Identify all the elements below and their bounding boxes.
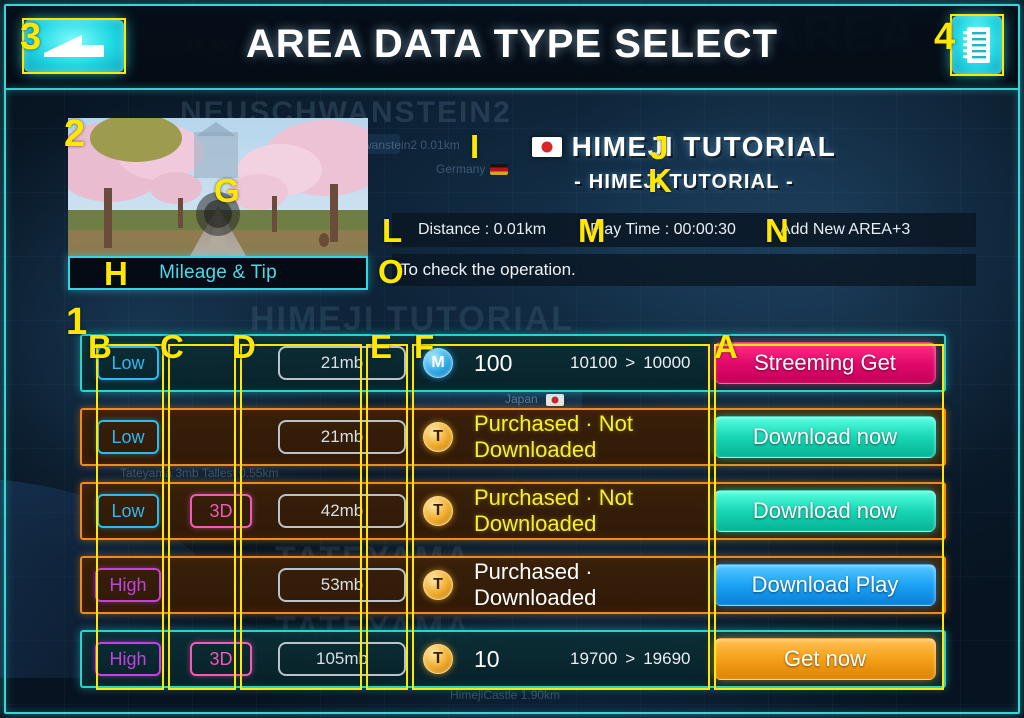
- cell-info: 10 19700 > 19690: [460, 646, 712, 673]
- back-button[interactable]: [24, 20, 124, 72]
- notebook-list-icon: [963, 27, 990, 63]
- thumbnail-caption: Mileage & Tip: [68, 256, 368, 290]
- three-d-badge: 3D: [190, 642, 252, 676]
- balance-arrow: >: [625, 353, 636, 372]
- balance-after: 19690: [643, 649, 691, 668]
- cell-quality: High: [82, 642, 174, 676]
- cell-quality: Low: [82, 420, 174, 454]
- stat-add-new-area: Add New AREA+3: [779, 221, 911, 238]
- cell-action: Download now: [712, 490, 944, 532]
- cell-3d: 3D: [174, 494, 268, 528]
- balance-before: 10100: [570, 353, 618, 372]
- cell-info: Purchased · Not Downloaded: [460, 485, 712, 537]
- size-badge: 42mb: [278, 494, 406, 528]
- size-badge: 105mb: [278, 642, 406, 676]
- operation-note-text: To check the operation.: [400, 260, 576, 279]
- cell-badge: T: [416, 570, 460, 600]
- area-title-sub: - HIMEJI TUTORIAL -: [574, 170, 794, 193]
- cell-info: 100 10100 > 10000: [460, 350, 712, 377]
- quality-badge: Low: [97, 494, 159, 528]
- status-text: Purchased · Not Downloaded: [474, 411, 633, 462]
- table-row[interactable]: Low 3D 42mb T Purchased · Not Downloaded…: [80, 482, 946, 540]
- currency-coin-t-icon: T: [423, 644, 453, 674]
- area-title-row: HIMEJI TUTORIAL: [392, 130, 976, 164]
- table-row[interactable]: Low 21mb M 100 10100 > 10000 Streeming G…: [80, 334, 946, 392]
- quality-badge: Low: [97, 420, 159, 454]
- table-row[interactable]: Low 21mb T Purchased · Not Downloaded Do…: [80, 408, 946, 466]
- size-badge: 53mb: [278, 568, 406, 602]
- stat-play-time: Play Time : 00:00:30: [590, 221, 736, 238]
- action-button-download-play[interactable]: Download Play: [714, 564, 936, 606]
- action-button-download-now[interactable]: Download now: [714, 416, 936, 458]
- cell-action: Get now: [712, 638, 944, 680]
- price-amount: 10: [474, 645, 500, 672]
- cell-size: 21mb: [268, 420, 416, 454]
- cell-quality: High: [82, 568, 174, 602]
- status-text: Purchased · Not Downloaded: [474, 485, 633, 536]
- table-row[interactable]: High 3D 105mb T 10 19700 > 19690 Get now: [80, 630, 946, 688]
- currency-coin-t-icon: T: [423, 496, 453, 526]
- size-badge: 21mb: [278, 420, 406, 454]
- status-text: Purchased · Downloaded: [474, 559, 597, 610]
- page-title: AREA DATA TYPE SELECT: [245, 22, 779, 66]
- cell-quality: Low: [82, 494, 174, 528]
- currency-coin-t-icon: T: [423, 422, 453, 452]
- cell-badge: T: [416, 422, 460, 452]
- cell-size: 105mb: [268, 642, 416, 676]
- stats-bar: Distance : 0.01km Play Time : 00:00:30 A…: [392, 213, 976, 247]
- action-button-get-now[interactable]: Get now: [714, 638, 936, 680]
- size-badge: 21mb: [278, 346, 406, 380]
- cell-badge: T: [416, 644, 460, 674]
- currency-coin-t-icon: T: [423, 570, 453, 600]
- data-type-table: Low 21mb M 100 10100 > 10000 Streeming G…: [80, 334, 946, 704]
- cell-badge: M: [416, 348, 460, 378]
- quality-badge: High: [95, 642, 161, 676]
- cell-quality: Low: [82, 346, 174, 380]
- area-title-main: HIMEJI TUTORIAL: [571, 131, 837, 162]
- cell-action: Download now: [712, 416, 944, 458]
- japan-flag-icon: [531, 137, 562, 157]
- back-arrow-icon: [44, 35, 104, 57]
- cell-size: 21mb: [268, 346, 416, 380]
- action-button-download-now[interactable]: Download now: [714, 490, 936, 532]
- three-d-badge: 3D: [190, 494, 252, 528]
- balance-arrow: >: [625, 649, 636, 668]
- cell-size: 53mb: [268, 568, 416, 602]
- cell-size: 42mb: [268, 494, 416, 528]
- cell-3d: 3D: [174, 642, 268, 676]
- price-amount: 100: [474, 349, 513, 376]
- header-bar: AREA DATA TYPE SELECT: [6, 6, 1018, 88]
- cell-info: Purchased · Downloaded: [460, 559, 712, 611]
- cell-action: Download Play: [712, 564, 944, 606]
- thumbnail-caption-text: Mileage & Tip: [159, 262, 277, 283]
- header-divider: [6, 88, 1018, 90]
- balance-after: 10000: [643, 353, 691, 372]
- action-button-streeming-get[interactable]: Streeming Get: [714, 342, 936, 384]
- operation-note-bar: To check the operation.: [392, 254, 976, 286]
- stat-distance: Distance : 0.01km: [418, 221, 547, 238]
- area-subtitle-row: - HIMEJI TUTORIAL -: [392, 168, 976, 196]
- currency-coin-m-icon: M: [423, 348, 453, 378]
- quality-badge: Low: [97, 346, 159, 380]
- list-button[interactable]: [952, 16, 1002, 74]
- table-row[interactable]: High 53mb T Purchased · Downloaded Downl…: [80, 556, 946, 614]
- cell-info: Purchased · Not Downloaded: [460, 411, 712, 463]
- balance-before: 19700: [570, 649, 618, 668]
- quality-badge: High: [95, 568, 161, 602]
- cell-action: Streeming Get: [712, 342, 944, 384]
- cell-badge: T: [416, 496, 460, 526]
- app-root: AREA SE NEUSCHWANSTEIN2 HIMEJI TUTORIAL …: [0, 0, 1024, 718]
